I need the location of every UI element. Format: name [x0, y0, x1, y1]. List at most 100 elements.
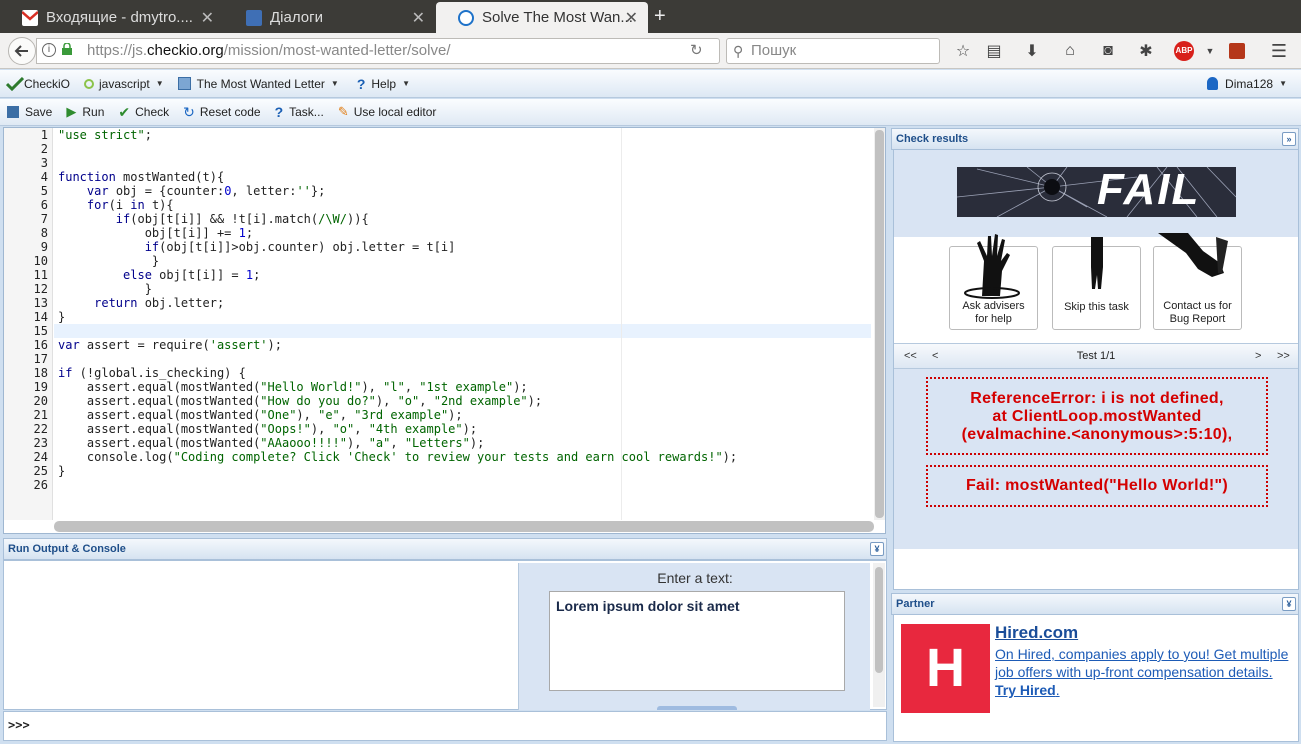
run-button[interactable]: ▶ Run [66, 104, 104, 120]
code-line[interactable]: for(i in t){ [58, 198, 174, 212]
reset-label: Reset code [199, 105, 261, 119]
editor-vertical-scroll-thumb[interactable] [875, 130, 884, 518]
check-results-header: Check results » [891, 128, 1299, 150]
code-line[interactable]: if (!global.is_checking) { [58, 366, 246, 380]
close-tab-icon[interactable]: ✕ [201, 8, 214, 28]
adblock-icon[interactable]: ABP [1172, 39, 1196, 63]
code-line[interactable]: assert.equal(mostWanted("AAaooo!!!!"), "… [58, 436, 484, 450]
try-hired-link[interactable]: Try Hired [995, 682, 1056, 698]
next-test-button[interactable]: > [1255, 350, 1261, 362]
code-line[interactable]: } [58, 310, 65, 324]
line-number: 15 [33, 324, 48, 338]
check-label: Check [135, 105, 170, 119]
search-icon: ⚲ [733, 43, 744, 59]
info-icon[interactable]: i [42, 43, 56, 57]
reset-code-button[interactable]: ↻ Reset code [183, 104, 260, 121]
tab-title: Діалоги [270, 9, 323, 26]
local-editor-button[interactable]: ✎ Use local editor [338, 104, 437, 120]
code-line[interactable]: return obj.letter; [58, 296, 224, 310]
browser-tab-gmail[interactable]: Входящие - dmytro.... ✕ [0, 2, 224, 33]
save-button[interactable]: Save [7, 105, 52, 119]
chevron-down-icon: ▼ [1279, 79, 1287, 88]
close-tab-icon[interactable]: ✕ [625, 8, 638, 28]
fail-message-box: Fail: mostWanted("Hello World!") [926, 465, 1268, 507]
back-button[interactable] [8, 37, 36, 65]
user-label: Dima128 [1225, 76, 1274, 91]
hired-logo[interactable]: H [901, 624, 990, 713]
code-line[interactable]: } [58, 464, 65, 478]
search-input[interactable]: Пошук [726, 38, 940, 64]
downloads-icon[interactable]: ⬇ [1020, 39, 1044, 63]
contact-us-button[interactable]: Contact us for Bug Report [1153, 233, 1242, 330]
code-line[interactable]: else obj[t[i]] = 1; [58, 268, 260, 282]
code-line[interactable]: if(obj[t[i]] && !t[i].match(/\W/)){ [58, 212, 369, 226]
console-prompt[interactable]: >>> [3, 711, 887, 741]
checkio-logo[interactable]: CheckiO [6, 76, 70, 91]
line-number: 22 [33, 422, 48, 436]
code-line[interactable]: assert.equal(mostWanted("Oops!"), "o", "… [58, 422, 477, 436]
reading-list-icon[interactable]: ▤ [982, 39, 1006, 63]
enter-text-label: Enter a text: [657, 570, 733, 586]
hired-description[interactable]: On Hired, companies apply to you! Get mu… [995, 645, 1297, 699]
checkio-action-toolbar: Save ▶ Run ✔ Check ↻ Reset code ? Task..… [0, 99, 1301, 126]
pocket-icon[interactable]: ◙ [1096, 39, 1120, 63]
collapse-icon[interactable]: ¥ [1282, 597, 1296, 611]
extension-sun-icon[interactable] [1225, 39, 1249, 63]
user-menu[interactable]: Dima128 ▼ [1207, 77, 1287, 91]
code-line[interactable]: "use strict"; [58, 128, 152, 142]
new-tab-button[interactable]: + [654, 5, 666, 28]
console-vertical-scroll-thumb[interactable] [875, 567, 883, 673]
mission-icon [177, 77, 191, 90]
check-button[interactable]: ✔ Check [118, 104, 169, 121]
expand-icon[interactable]: » [1282, 132, 1296, 146]
language-icon [84, 78, 95, 89]
test-navigation: << < Test 1/1 > >> [894, 343, 1298, 369]
active-line-highlight [54, 324, 871, 338]
code-line[interactable]: assert.equal(mostWanted("Hello World!"),… [58, 380, 528, 394]
browser-tab-dialogs[interactable]: Діалоги ✕ [224, 2, 435, 33]
line-number: 26 [33, 478, 48, 492]
code-line[interactable]: var obj = {counter:0, letter:''}; [58, 184, 325, 198]
extension-bug-icon[interactable]: ✱ [1134, 39, 1158, 63]
checkio-icon [458, 9, 474, 26]
code-line[interactable]: } [58, 282, 152, 296]
home-icon[interactable]: ⌂ [1058, 39, 1082, 63]
chat-icon [246, 9, 262, 26]
partner-title: Partner [896, 598, 935, 610]
skip-task-button[interactable]: Skip this task [1052, 237, 1141, 330]
help-menu[interactable]: ? Help ▼ [357, 76, 410, 92]
code-line[interactable]: assert.equal(mostWanted("One"), "e", "3r… [58, 408, 463, 422]
task-label: Task... [289, 105, 324, 119]
code-editor[interactable]: 1 2 3 4 5 6 7 8 9 10 11 12 13 14 15 16 17 18 19 20 21 22 23 24 2… [3, 127, 886, 534]
last-test-button[interactable]: >> [1277, 350, 1290, 362]
text-input[interactable]: Lorem ipsum dolor sit amet [549, 591, 845, 691]
menu-hamburger-icon[interactable]: ☰ [1267, 39, 1291, 63]
adblock-menu-caret-icon[interactable]: ▼ [1198, 39, 1222, 63]
hired-link[interactable]: Hired.com [995, 623, 1078, 643]
help-label: Help [371, 76, 397, 91]
code-line[interactable]: function mostWanted(t){ [58, 170, 224, 184]
ask-advisers-button[interactable]: Ask advisers for help [949, 234, 1038, 330]
gmail-icon [21, 9, 39, 26]
code-line[interactable]: var assert = require('assert'); [58, 338, 282, 352]
close-tab-icon[interactable]: ✕ [412, 8, 425, 28]
code-line[interactable]: assert.equal(mostWanted("How do you do?"… [58, 394, 542, 408]
reload-icon[interactable]: ↻ [690, 41, 703, 59]
browser-tab-checkio[interactable]: Solve The Most Wan... ✕ [436, 2, 648, 33]
save-icon [7, 106, 19, 118]
code-line[interactable]: if(obj[t[i]]>obj.counter) obj.letter = t… [58, 240, 456, 254]
code-line[interactable]: console.log("Coding complete? Click 'Che… [58, 450, 737, 464]
submit-input-button[interactable] [657, 706, 737, 710]
url-bar[interactable]: https://js.checkio.org/mission/most-want… [36, 38, 720, 64]
language-selector[interactable]: javascript ▼ [84, 77, 164, 91]
collapse-icon[interactable]: ¥ [870, 542, 884, 556]
task-button[interactable]: ? Task... [275, 104, 324, 120]
ask-advisers-label: Ask advisers for help [962, 300, 1025, 325]
bookmark-star-icon[interactable]: ☆ [951, 39, 975, 63]
mission-selector[interactable]: The Most Wanted Letter ▼ [177, 77, 339, 91]
editor-horizontal-scrollbar[interactable] [54, 521, 874, 532]
code-line[interactable]: } [58, 254, 159, 268]
hired-description-text[interactable]: On Hired, companies apply to you! Get mu… [995, 646, 1288, 680]
code-line[interactable]: obj[t[i]] += 1; [58, 226, 253, 240]
local-editor-label: Use local editor [353, 105, 437, 119]
